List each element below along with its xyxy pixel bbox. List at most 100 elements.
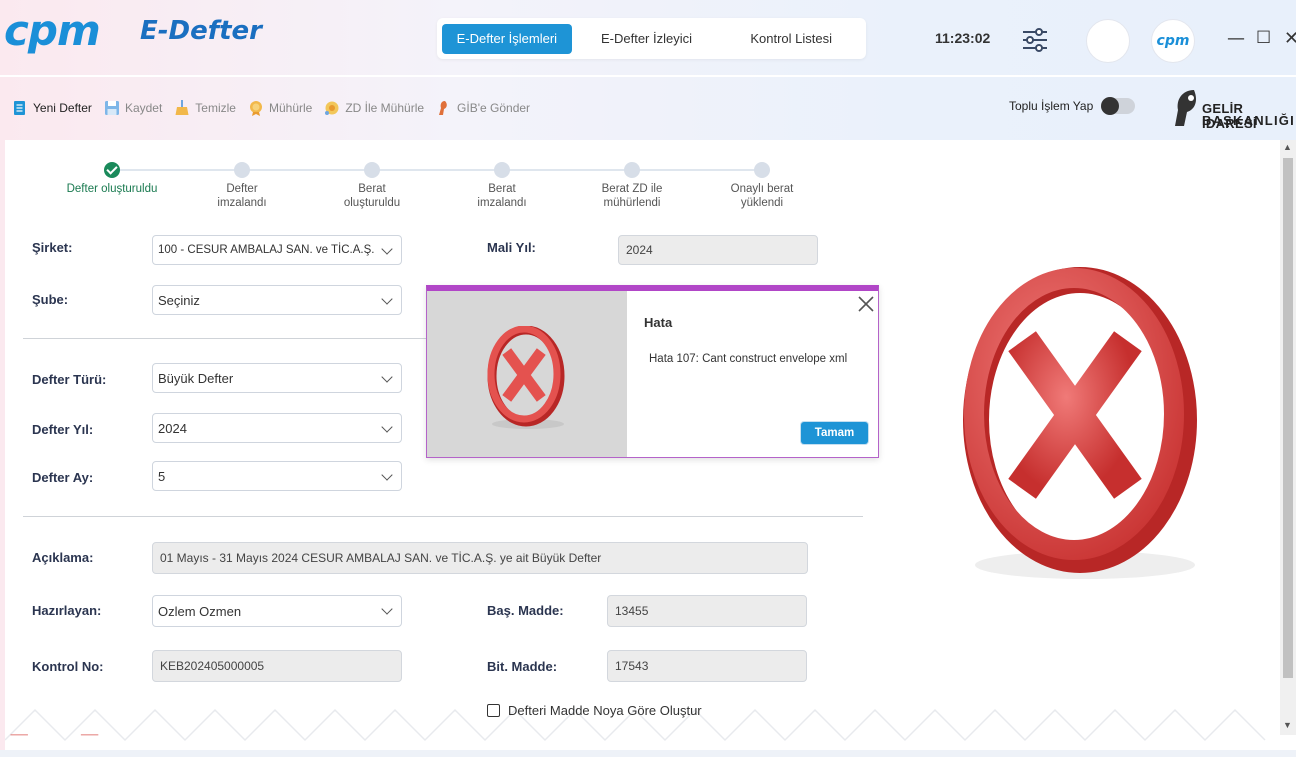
step-label-line2: imzalandı	[477, 197, 527, 209]
description-label: Açıklama:	[32, 550, 94, 565]
error-x-illustration	[963, 267, 1197, 579]
fiscal-year-label: Mali Yıl:	[487, 240, 536, 255]
branch-label: Şube:	[32, 292, 69, 307]
company-select[interactable]: 100 - CESUR AMBALAJ SAN. ve TİC.A.Ş.	[152, 235, 402, 265]
dialog-image-panel	[427, 291, 627, 457]
cpm-logo: cpm	[4, 6, 101, 55]
step-dot	[364, 162, 380, 178]
step-label: Onaylı berat	[730, 183, 794, 195]
chevron-down-icon	[381, 421, 393, 433]
step-dot	[754, 162, 770, 178]
prepared-by-label: Hazırlayan:	[32, 603, 102, 618]
step-defter-imzalandi: Defter imzalandı	[182, 160, 302, 210]
company-label: Şirket:	[32, 240, 73, 255]
tab-kontrol-listesi[interactable]: Kontrol Listesi	[721, 24, 861, 54]
seal-button[interactable]: Mühürle	[248, 100, 312, 116]
gib-name-line2: BAŞKANLIĞI	[1202, 113, 1295, 128]
close-icon[interactable]	[857, 295, 875, 313]
scroll-down-icon[interactable]: ▼	[1283, 720, 1292, 730]
chevron-down-icon	[381, 469, 393, 481]
new-ledger-button[interactable]: Yeni Defter	[12, 100, 92, 116]
document-icon	[14, 101, 25, 115]
clock: 11:23:02	[935, 30, 991, 46]
chevron-down-icon	[381, 371, 393, 383]
ok-button[interactable]: Tamam	[801, 422, 868, 444]
step-dot	[494, 162, 510, 178]
ledger-type-select[interactable]: Büyük Defter	[152, 363, 402, 393]
ledger-type-value: Büyük Defter	[158, 370, 234, 386]
send-to-gib-label: GİB'e Gönder	[457, 101, 531, 115]
ledger-month-label: Defter Ay:	[32, 470, 94, 485]
start-entry-label: Baş. Madde:	[487, 603, 564, 618]
progress-stepper: Defter oluşturuldu Defter imzalandı Bera…	[5, 160, 905, 220]
branch-value: Seçiniz	[158, 292, 200, 308]
step-label-line2: oluşturuldu	[343, 197, 401, 209]
sliders-icon[interactable]	[1021, 26, 1049, 54]
prepared-by-value: Ozlem Ozmen	[158, 603, 242, 619]
ledger-type-label: Defter Türü:	[32, 372, 107, 387]
seal-with-zd-button[interactable]: ZD İle Mühürle	[324, 100, 424, 116]
save-label: Kaydet	[124, 101, 163, 115]
maximize-button[interactable]: ☐	[1256, 28, 1271, 48]
tab-edefter-islemleri[interactable]: E-Defter İşlemleri	[442, 23, 572, 54]
step-label-line2: yüklendi	[740, 197, 784, 209]
ledger-year-select[interactable]: 2024	[152, 413, 402, 443]
fiscal-year-field: 2024	[618, 235, 818, 265]
vertical-scrollbar[interactable]: ▲ ▼	[1280, 140, 1296, 735]
branch-select[interactable]: Seçiniz	[152, 285, 402, 315]
seal-with-zd-label: ZD İle Mühürle	[345, 101, 425, 115]
window-bottom-edge	[0, 750, 1296, 757]
start-entry-field: 13455	[607, 595, 807, 627]
ledger-year-value: 2024	[158, 420, 187, 436]
scroll-thumb[interactable]	[1283, 158, 1293, 678]
step-berat-imzalandi: Berat imzalandı	[442, 160, 562, 210]
dialog-message: Hata 107: Cant construct envelope xml	[649, 353, 848, 365]
app-title: E-Defter	[140, 16, 262, 46]
check-icon	[104, 162, 120, 178]
gib-logo: GELİR İDARESİ BAŞKANLIĞI	[1172, 88, 1296, 131]
divider	[23, 516, 863, 517]
profile-circle-button[interactable]	[1086, 19, 1130, 63]
step-label: Defter	[226, 183, 258, 195]
chevron-down-icon	[381, 293, 393, 305]
tab-edefter-izleyici[interactable]: E-Defter İzleyici	[572, 24, 722, 54]
entry-no-option: Defteri Madde Noya Göre Oluştur	[487, 703, 702, 718]
minimize-button[interactable]: —	[1227, 28, 1245, 49]
close-window-button[interactable]: ✕	[1284, 28, 1296, 49]
clipped-red-text: ⸺ ⸺	[10, 729, 99, 741]
save-button[interactable]: Kaydet	[104, 100, 162, 116]
divider	[23, 338, 428, 339]
entry-no-checkbox[interactable]	[487, 704, 500, 717]
header-divider	[0, 75, 1296, 77]
send-to-gib-button[interactable]: GİB'e Gönder	[436, 100, 530, 116]
new-ledger-label: Yeni Defter	[33, 101, 92, 115]
error-x-icon	[487, 326, 565, 429]
scroll-up-icon[interactable]: ▲	[1283, 142, 1292, 152]
step-onayli-berat-yuklendi: Onaylı berat yüklendi	[702, 160, 822, 210]
clear-button[interactable]: Temizle	[174, 100, 236, 116]
step-label-line2: imzalandı	[217, 197, 267, 209]
step-defter-olusturuldu: Defter oluşturuldu	[52, 160, 172, 196]
main-tabs: E-Defter İşlemleri E-Defter İzleyici Kon…	[437, 18, 866, 59]
step-dot	[624, 162, 640, 178]
clear-label: Temizle	[195, 101, 236, 115]
description-field: 01 Mayıs - 31 Mayıs 2024 CESUR AMBALAJ S…	[152, 542, 808, 574]
step-label: Berat	[358, 183, 386, 195]
step-label: Berat	[488, 183, 516, 195]
end-entry-label: Bit. Madde:	[487, 659, 558, 674]
step-label: Defter oluşturuldu	[66, 183, 158, 195]
prepared-by-select[interactable]: Ozlem Ozmen	[152, 595, 402, 627]
toolbar: Yeni Defter Kaydet Temizle Mühürle ZD İl…	[0, 90, 530, 126]
bulk-operation-toggle[interactable]	[1101, 97, 1136, 115]
badge-seal-icon	[325, 101, 339, 115]
ledger-month-select[interactable]: 5	[152, 461, 402, 491]
step-label: Berat ZD ile	[601, 183, 663, 195]
avatar[interactable]: cpm	[1151, 19, 1195, 63]
end-entry-field: 17543	[607, 650, 807, 682]
step-berat-olusturuldu: Berat oluşturuldu	[312, 160, 432, 210]
chevron-down-icon	[381, 603, 393, 615]
error-dialog: Hata Hata 107: Cant construct envelope x…	[426, 285, 879, 458]
step-label-line2: mühürlendi	[603, 197, 661, 209]
broom-icon	[175, 100, 189, 115]
ledger-month-value: 5	[158, 468, 166, 484]
